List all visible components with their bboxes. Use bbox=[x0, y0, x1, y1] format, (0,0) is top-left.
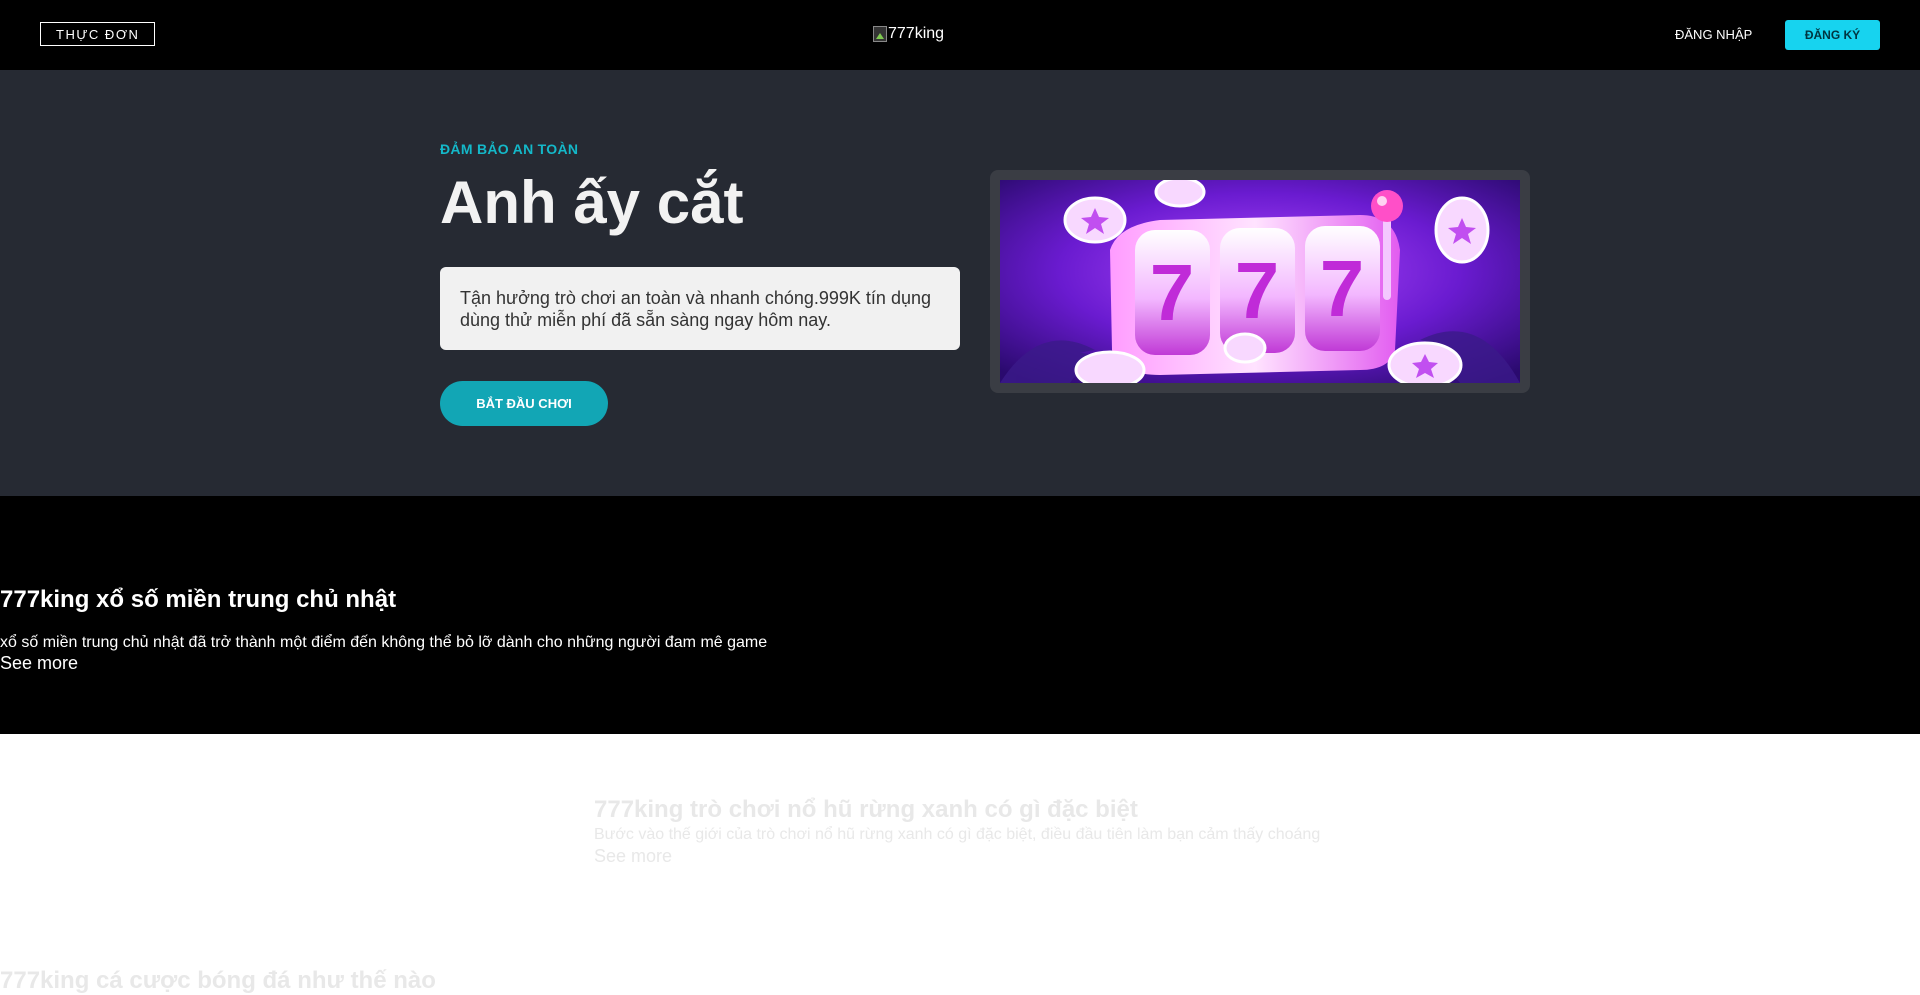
lottery-section: 777king xổ số miền trung chủ nhật xổ số … bbox=[0, 496, 1920, 734]
hero-image-frame: 7 7 7 bbox=[990, 170, 1530, 393]
lottery-section-title: 777king xổ số miền trung chủ nhật bbox=[0, 586, 397, 613]
hero-eyebrow: ĐẢM BẢO AN TOÀN bbox=[440, 141, 579, 157]
forest-section: 777king trò chơi nổ hũ rừng xanh có gì đ… bbox=[0, 734, 1920, 994]
slot-reel-digit: 7 bbox=[1320, 244, 1365, 333]
logo-link[interactable]: 777king bbox=[873, 25, 944, 43]
slot-reel-digit: 7 bbox=[1235, 246, 1280, 335]
football-section-title: 777king cá cược bóng đá như thế nào bbox=[0, 967, 436, 994]
lottery-section-description: xổ số miền trung chủ nhật đã trở thành m… bbox=[0, 634, 768, 651]
hero-description: Tận hưởng trò chơi an toàn và nhanh chón… bbox=[440, 267, 960, 350]
start-playing-button[interactable]: BẮT ĐẦU CHƠI bbox=[440, 381, 608, 426]
forest-see-more-link[interactable]: See more bbox=[594, 846, 672, 867]
forest-section-title: 777king trò chơi nổ hũ rừng xanh có gì đ… bbox=[594, 796, 1138, 823]
top-bar: THỰC ĐƠN 777king ĐĂNG NHẬP ĐĂNG KÝ bbox=[0, 0, 1920, 70]
slot-machine-illustration: 7 7 7 bbox=[1000, 180, 1520, 383]
lottery-see-more-link[interactable]: See more bbox=[0, 653, 78, 674]
hero-section: ĐẢM BẢO AN TOÀN Anh ấy cắt Tận hưởng trò… bbox=[0, 70, 1920, 496]
forest-section-description: Bước vào thế giới của trò chơi nổ hũ rừn… bbox=[594, 826, 1321, 843]
hero-title: Anh ấy cắt bbox=[440, 169, 744, 236]
broken-image-icon bbox=[873, 26, 887, 42]
register-button[interactable]: ĐĂNG KÝ bbox=[1785, 20, 1880, 50]
logo-alt-text: 777king bbox=[888, 25, 945, 42]
login-link[interactable]: ĐĂNG NHẬP bbox=[1675, 27, 1752, 42]
slot-reel-digit: 7 bbox=[1150, 248, 1195, 337]
menu-button[interactable]: THỰC ĐƠN bbox=[40, 22, 156, 46]
